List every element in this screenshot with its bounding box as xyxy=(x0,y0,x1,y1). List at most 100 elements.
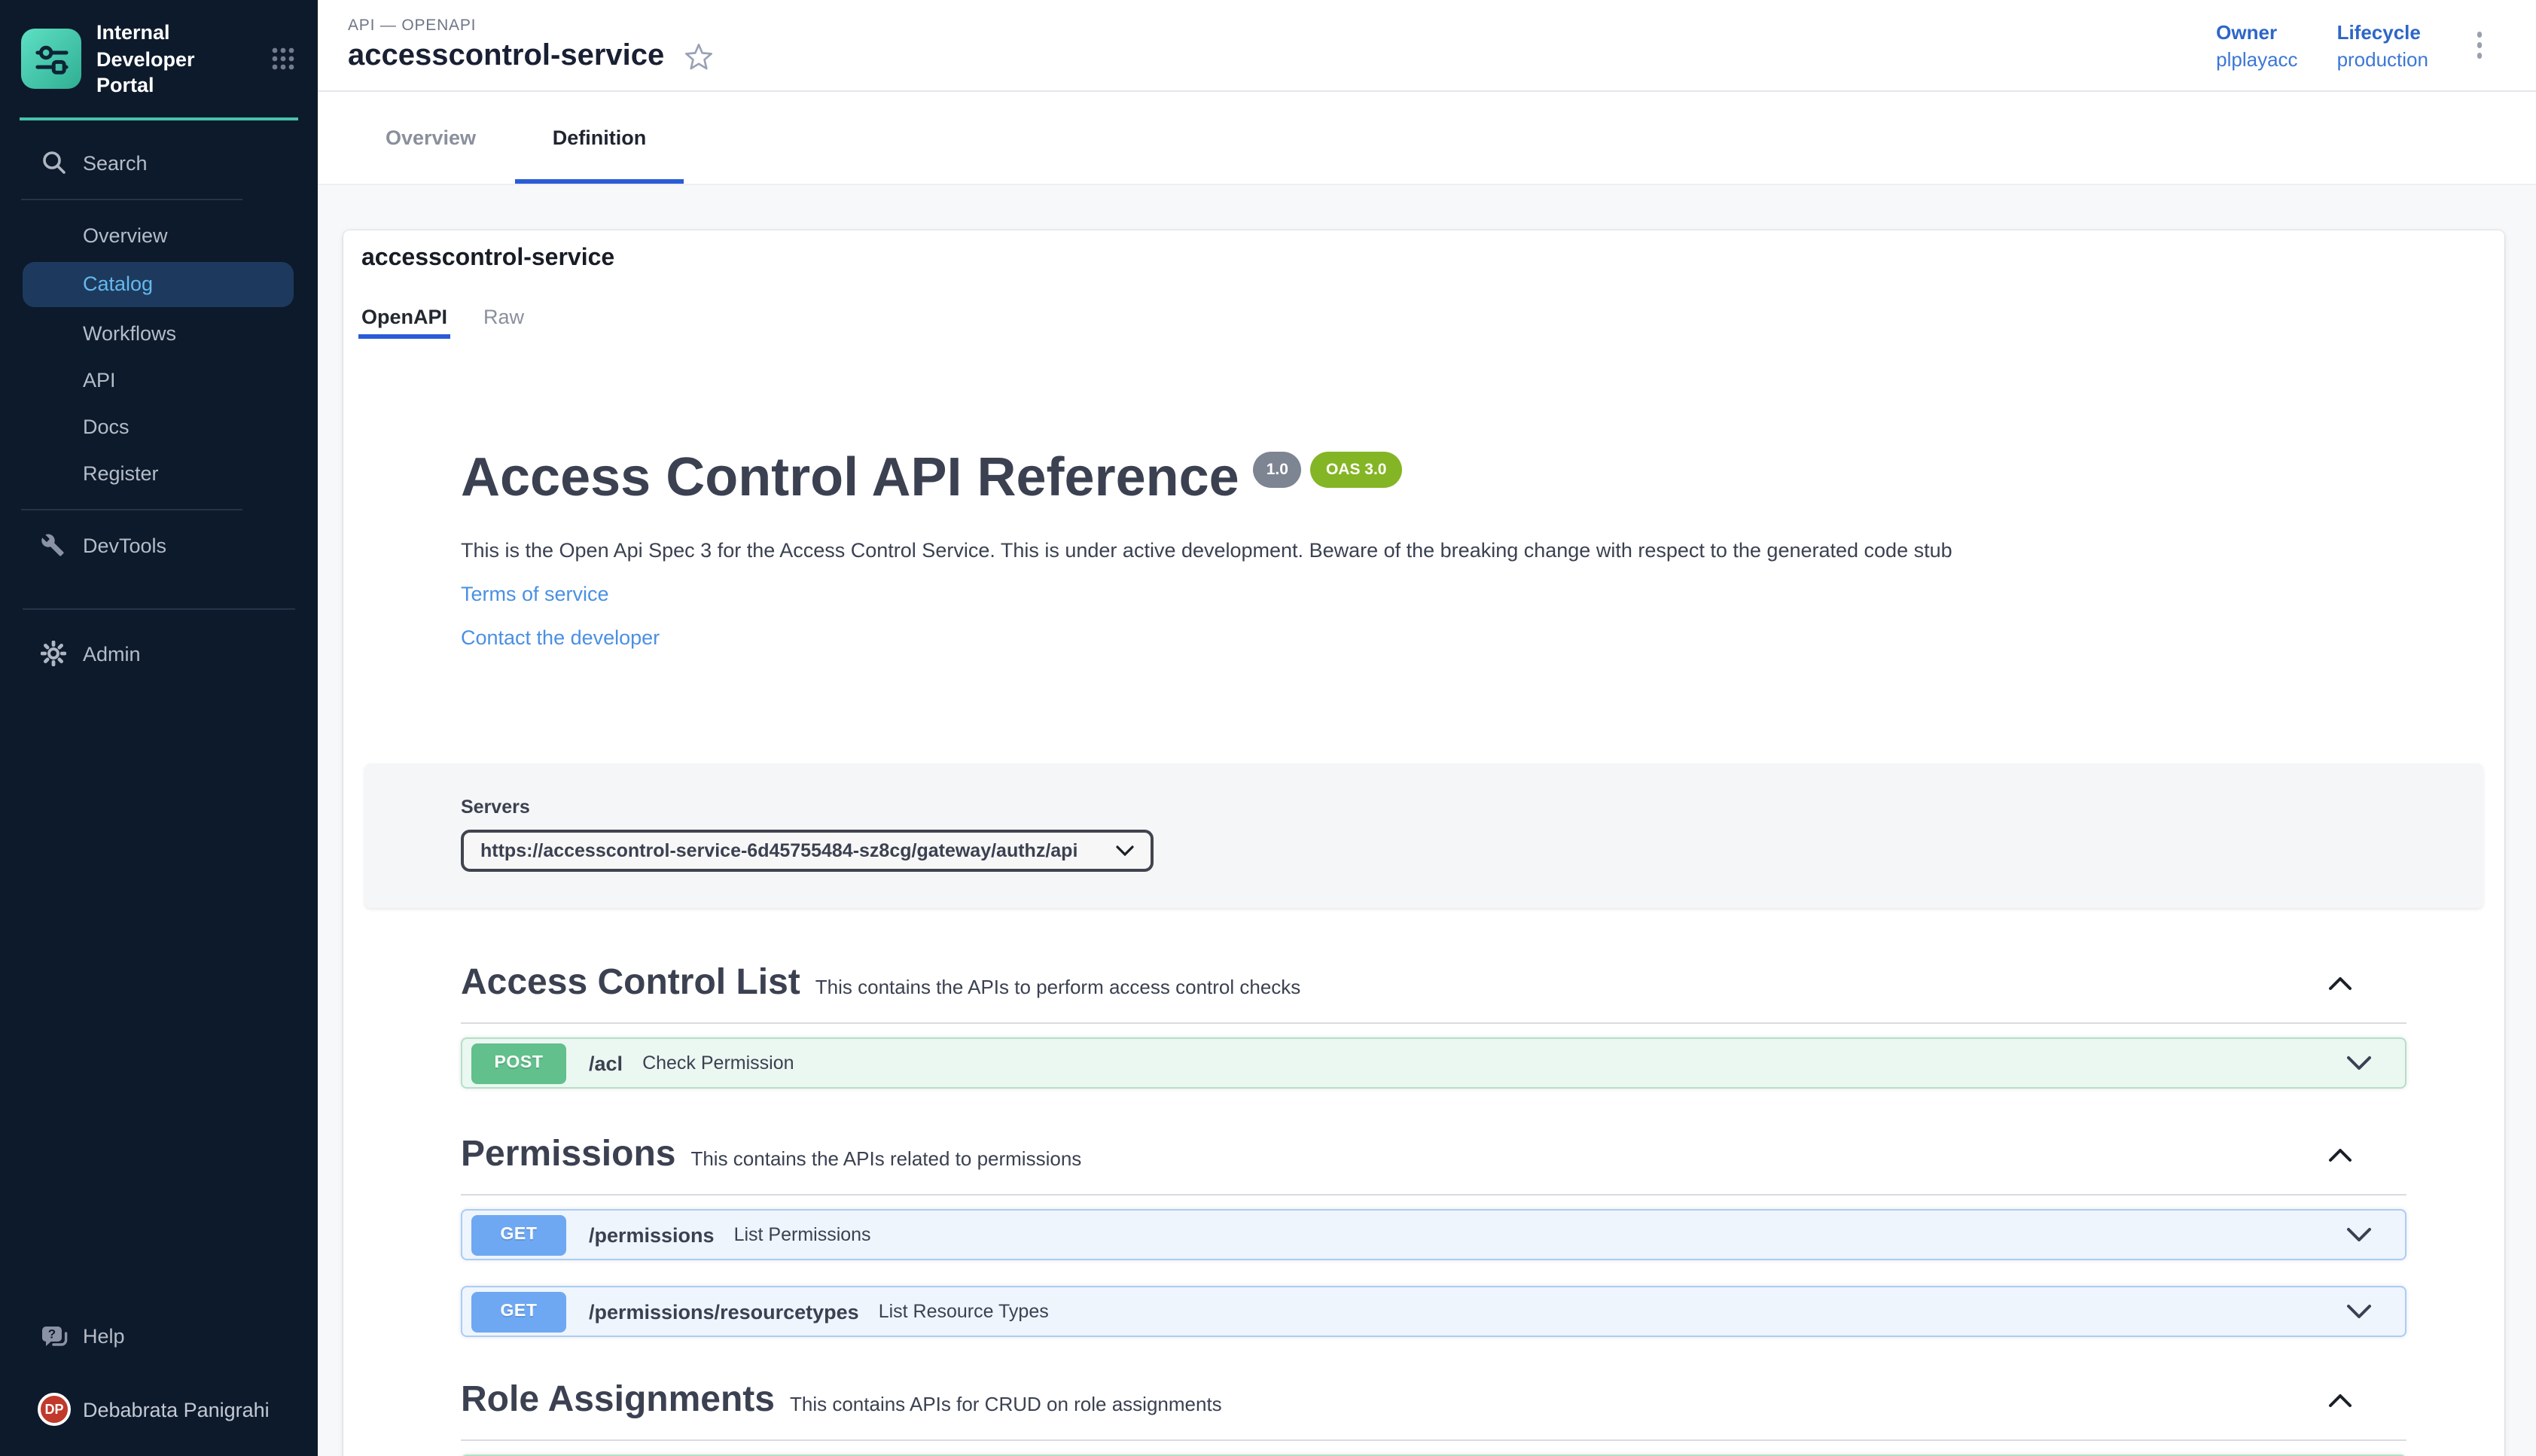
operation-path: /permissions/resourcetypes xyxy=(589,1301,859,1323)
content-area: accesscontrol-service OpenAPI Raw Access… xyxy=(318,185,2536,1456)
operation-row[interactable]: GET /permissions/resourcetypes List Reso… xyxy=(461,1287,2406,1338)
sidebar-item-docs[interactable]: Docs xyxy=(0,403,318,449)
operation-summary: List Permissions xyxy=(734,1225,871,1246)
servers-label: Servers xyxy=(461,797,2483,818)
operation-summary: List Resource Types xyxy=(879,1302,1049,1323)
lifecycle-block: Lifecycle production xyxy=(2337,20,2428,70)
section-title: Access Control List xyxy=(461,963,800,1005)
operation-summary: Check Permission xyxy=(642,1053,794,1074)
definition-sub-tabs: OpenAPI Raw xyxy=(361,306,2486,339)
portal-logo xyxy=(21,29,81,90)
sidebar-divider xyxy=(21,198,242,200)
definition-card: accesscontrol-service OpenAPI Raw Access… xyxy=(343,230,2504,1456)
main-area: API — OPENAPI accesscontrol-service Owne… xyxy=(318,0,2536,1456)
section-description: This contains the APIs related to permis… xyxy=(690,1148,1081,1171)
method-badge: GET xyxy=(471,1215,566,1256)
tab-raw[interactable]: Raw xyxy=(483,306,524,339)
operation-row[interactable]: POST /acl Check Permission xyxy=(461,1038,2406,1089)
chevron-down-icon[interactable] xyxy=(2346,1228,2372,1243)
sidebar-item-label: API xyxy=(83,368,116,391)
user-menu[interactable]: DP Debabrata Panigrahi xyxy=(0,1384,318,1435)
lifecycle-label: Lifecycle xyxy=(2337,20,2428,43)
sidebar-item-devtools[interactable]: DevTools xyxy=(0,522,318,568)
servers-section: Servers https://accesscontrol-service-6d… xyxy=(364,764,2483,909)
sidebar-item-search[interactable]: Search xyxy=(0,139,318,186)
breadcrumb: API — OPENAPI xyxy=(348,17,714,35)
chevron-up-icon[interactable] xyxy=(2328,1148,2352,1163)
chevron-down-icon xyxy=(1116,845,1134,857)
lifecycle-value: production xyxy=(2337,47,2428,70)
entity-header: API — OPENAPI accesscontrol-service Owne… xyxy=(318,0,2536,92)
app-window: Internal Developer Portal Search xyxy=(0,0,2536,1456)
api-title-row: Access Control API Reference 1.0 OAS 3.0 xyxy=(461,447,2406,507)
svg-text:?: ? xyxy=(48,1327,56,1341)
help-chat-icon: ? xyxy=(41,1324,68,1348)
section-role-assignments: Role Assignments This contains APIs for … xyxy=(461,1380,2406,1456)
tab-definition[interactable]: Definition xyxy=(515,92,684,184)
sidebar-item-label: Admin xyxy=(83,642,141,665)
chevron-up-icon[interactable] xyxy=(2328,976,2352,991)
oas-badge: OAS 3.0 xyxy=(1311,452,1402,488)
sidebar-nav: Search Overview Catalog Workflows API Do… xyxy=(0,120,318,677)
sidebar-spacer xyxy=(0,677,318,1313)
sidebar-item-label: Overview xyxy=(83,224,168,246)
owner-label: Owner xyxy=(2216,20,2297,43)
sidebar-item-label: Search xyxy=(83,151,148,174)
api-title: Access Control API Reference xyxy=(461,447,1239,507)
contact-developer-link[interactable]: Contact the developer xyxy=(461,627,660,650)
card-title: accesscontrol-service xyxy=(361,245,2486,273)
tab-overview[interactable]: Overview xyxy=(346,92,515,184)
section-access-control-list: Access Control List This contains the AP… xyxy=(461,963,2406,1089)
sidebar-item-label: Docs xyxy=(83,415,130,437)
section-description: This contains the APIs to perform access… xyxy=(815,976,1301,999)
help-label: Help xyxy=(83,1325,125,1348)
sidebar-item-admin[interactable]: Admin xyxy=(0,630,318,677)
wrench-icon xyxy=(41,533,65,557)
sidebar-item-label: DevTools xyxy=(83,534,166,556)
version-badge: 1.0 xyxy=(1253,452,1302,488)
sidebar-divider xyxy=(23,608,295,609)
chevron-down-icon[interactable] xyxy=(2346,1305,2372,1320)
sidebar-item-overview[interactable]: Overview xyxy=(0,212,318,258)
api-sections: Access Control List This contains the AP… xyxy=(343,963,2504,1456)
sidebar-item-label: Register xyxy=(83,461,159,484)
gear-icon xyxy=(41,641,66,666)
tab-openapi[interactable]: OpenAPI xyxy=(361,306,447,339)
portal-title: Internal Developer Portal xyxy=(96,20,255,99)
server-url-select[interactable]: https://accesscontrol-service-6d45755484… xyxy=(461,830,1154,873)
more-options-icon[interactable] xyxy=(2467,26,2491,65)
section-title: Permissions xyxy=(461,1135,675,1177)
api-description: This is the Open Api Spec 3 for the Acce… xyxy=(461,537,2406,565)
avatar: DP xyxy=(38,1393,71,1426)
sidebar-item-api[interactable]: API xyxy=(0,356,318,403)
sidebar-item-label: Catalog xyxy=(83,273,153,295)
section-header[interactable]: Permissions This contains the APIs relat… xyxy=(461,1135,2406,1196)
entity-header-right: Owner plplayacc Lifecycle production xyxy=(2216,20,2491,70)
section-permissions: Permissions This contains the APIs relat… xyxy=(461,1135,2406,1338)
entity-tab-bar: Overview Definition xyxy=(318,92,2536,185)
section-header[interactable]: Role Assignments This contains APIs for … xyxy=(461,1380,2406,1442)
method-badge: GET xyxy=(471,1292,566,1333)
sidebar-item-workflows[interactable]: Workflows xyxy=(0,309,318,356)
sidebar-item-catalog[interactable]: Catalog xyxy=(23,261,294,306)
star-icon[interactable] xyxy=(684,41,714,72)
sidebar: Internal Developer Portal Search xyxy=(0,0,318,1456)
server-url: https://accesscontrol-service-6d45755484… xyxy=(480,841,1077,862)
app-launcher-icon[interactable] xyxy=(270,46,297,73)
section-description: This contains APIs for CRUD on role assi… xyxy=(790,1394,1222,1416)
owner-link[interactable]: plplayacc xyxy=(2216,47,2297,70)
chevron-up-icon[interactable] xyxy=(2328,1394,2352,1409)
entity-header-left: API — OPENAPI accesscontrol-service xyxy=(348,17,714,74)
owner-block: Owner plplayacc xyxy=(2216,20,2297,70)
operation-path: /permissions xyxy=(589,1224,715,1247)
chevron-down-icon[interactable] xyxy=(2346,1056,2372,1071)
sidebar-item-register[interactable]: Register xyxy=(0,449,318,496)
operation-row[interactable]: GET /permissions List Permissions xyxy=(461,1210,2406,1261)
api-badges: 1.0 OAS 3.0 xyxy=(1253,452,1402,488)
logo-row: Internal Developer Portal xyxy=(0,0,318,117)
method-badge: POST xyxy=(471,1043,566,1084)
section-header[interactable]: Access Control List This contains the AP… xyxy=(461,963,2406,1025)
sidebar-item-label: Workflows xyxy=(83,321,176,344)
terms-of-service-link[interactable]: Terms of service xyxy=(461,583,609,606)
sidebar-item-help[interactable]: ? Help xyxy=(0,1313,318,1360)
